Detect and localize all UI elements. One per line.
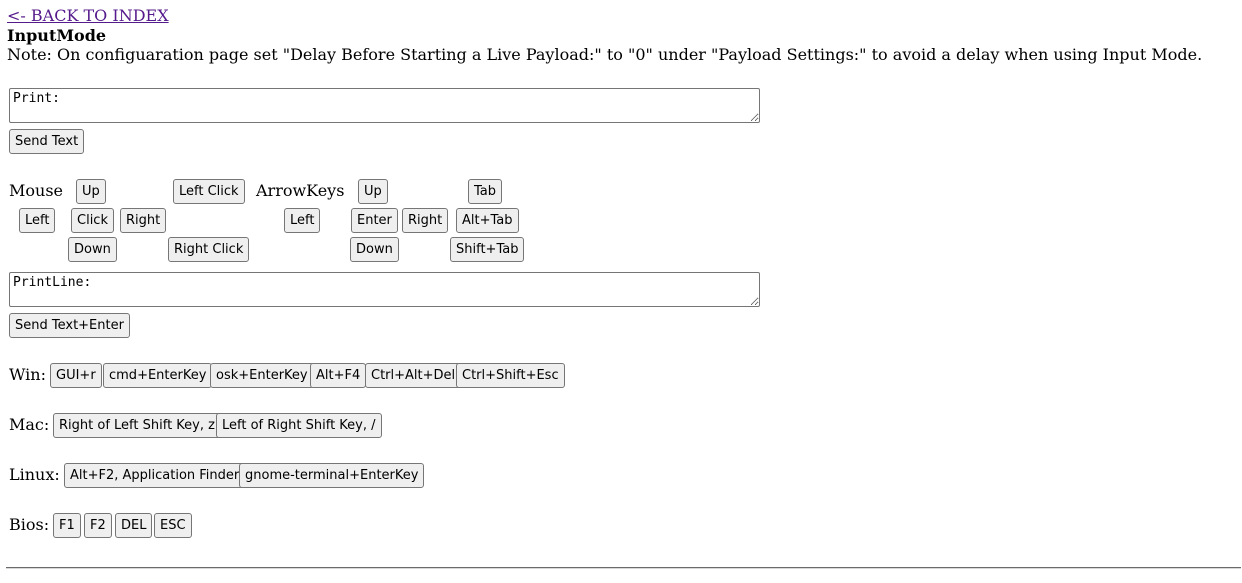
mac-right-shift-slash-button[interactable]: Left of Right Shift Key, / (216, 413, 382, 438)
bios-label: Bios: (9, 515, 50, 534)
win-gui-r-button[interactable]: GUI+r (50, 363, 102, 388)
configuration-note: Note: On configuaration page set "Delay … (7, 45, 1203, 64)
mouse-right-button[interactable]: Right (120, 208, 167, 233)
arrow-left-button[interactable]: Left (284, 208, 321, 233)
mouse-left-click-button[interactable]: Left Click (173, 179, 245, 204)
alt-tab-button[interactable]: Alt+Tab (456, 208, 519, 233)
mouse-right-click-button[interactable]: Right Click (168, 237, 250, 262)
win-ctrl-alt-del-button[interactable]: Ctrl+Alt+Del (365, 363, 462, 388)
win-osk-enter-button[interactable]: osk+EnterKey (210, 363, 314, 388)
bios-esc-button[interactable]: ESC (154, 513, 192, 538)
mouse-left-button[interactable]: Left (19, 208, 56, 233)
mouse-label: Mouse (9, 181, 63, 200)
arrow-right-button[interactable]: Right (402, 208, 449, 233)
mouse-up-button[interactable]: Up (76, 179, 106, 204)
arrow-down-button[interactable]: Down (350, 237, 399, 262)
bios-f1-button[interactable]: F1 (53, 513, 81, 538)
tab-button[interactable]: Tab (468, 179, 503, 204)
mouse-click-button[interactable]: Click (71, 208, 114, 233)
horizontal-divider (6, 567, 1241, 569)
print-textarea[interactable] (9, 88, 760, 123)
win-label: Win: (9, 365, 46, 384)
linux-alt-f2-button[interactable]: Alt+F2, Application Finder (64, 463, 246, 488)
win-ctrl-shift-esc-button[interactable]: Ctrl+Shift+Esc (456, 363, 565, 388)
mac-label: Mac: (9, 415, 50, 434)
back-to-index-link[interactable]: <- BACK TO INDEX (7, 6, 169, 25)
linux-label: Linux: (9, 465, 60, 484)
page-title: InputMode (7, 26, 107, 45)
win-alt-f4-button[interactable]: Alt+F4 (310, 363, 367, 388)
bios-del-button[interactable]: DEL (115, 513, 153, 538)
shift-tab-button[interactable]: Shift+Tab (450, 237, 525, 262)
enter-button[interactable]: Enter (351, 208, 398, 233)
arrowkeys-label: ArrowKeys (256, 181, 345, 200)
mouse-down-button[interactable]: Down (68, 237, 117, 262)
arrow-up-button[interactable]: Up (358, 179, 388, 204)
win-cmd-enter-button[interactable]: cmd+EnterKey (103, 363, 213, 388)
mac-left-shift-z-button[interactable]: Right of Left Shift Key, z (53, 413, 221, 438)
send-text-enter-button[interactable]: Send Text+Enter (9, 313, 130, 338)
bios-f2-button[interactable]: F2 (84, 513, 112, 538)
send-text-button[interactable]: Send Text (9, 129, 85, 154)
printline-textarea[interactable] (9, 272, 760, 307)
linux-gnome-terminal-button[interactable]: gnome-terminal+EnterKey (239, 463, 425, 488)
